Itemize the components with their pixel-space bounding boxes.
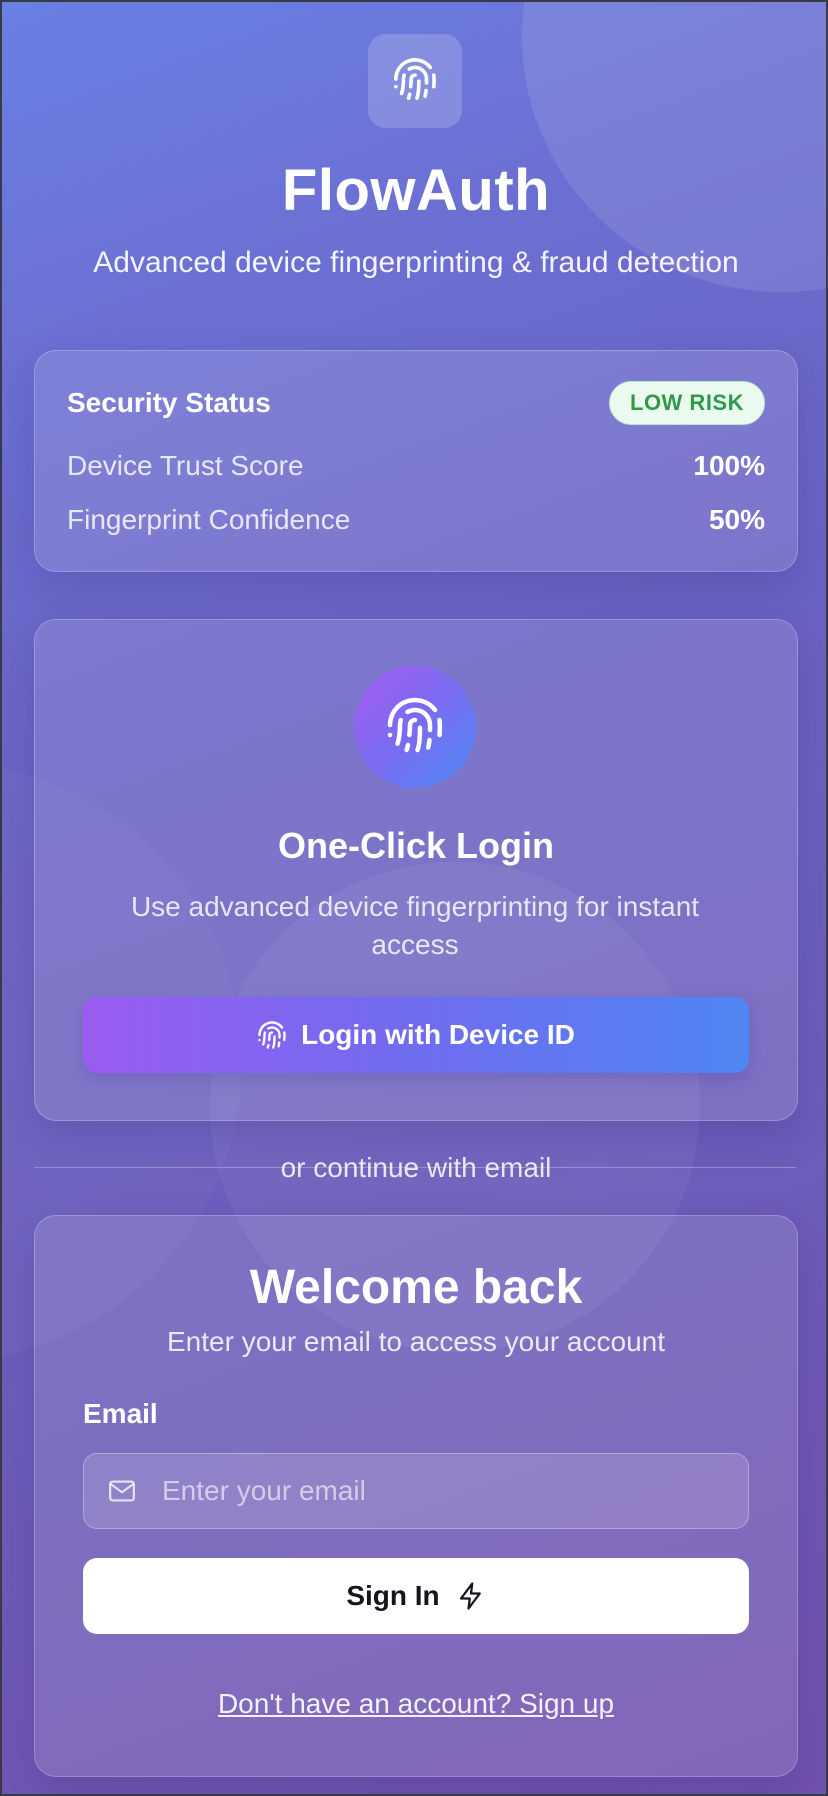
email-login-card: Welcome back Enter your email to access … <box>34 1215 798 1777</box>
welcome-subtitle: Enter your email to access your account <box>166 1326 665 1357</box>
one-click-login-card: One-Click Login Use advanced device fing… <box>34 619 798 1121</box>
sign-in-label: Sign In <box>346 1580 440 1611</box>
sign-up-link[interactable]: Don't have an account? Sign up <box>35 1686 797 1722</box>
app-logo <box>368 34 462 128</box>
login-with-device-id-label: Login with Device ID <box>301 1019 575 1050</box>
fingerprint-icon <box>392 56 438 107</box>
app-screen: FlowAuth Advanced device fingerprinting … <box>0 0 828 1796</box>
metric-row-fingerprint-confidence: Fingerprint Confidence 50% <box>67 504 765 536</box>
metric-label: Fingerprint Confidence <box>67 504 351 535</box>
one-click-description: Use advanced device fingerprinting for i… <box>130 891 700 960</box>
login-with-device-id-button[interactable]: Login with Device ID <box>83 997 749 1073</box>
mail-icon <box>106 1475 138 1507</box>
divider-text: or continue with email <box>280 1152 552 1183</box>
fingerprint-badge <box>354 666 476 788</box>
one-click-title: One-Click Login <box>277 825 554 866</box>
app-subtitle: Advanced device fingerprinting & fraud d… <box>93 246 739 279</box>
risk-badge: LOW RISK <box>609 381 765 425</box>
security-status-header: Security Status LOW RISK <box>67 381 765 425</box>
email-input[interactable] <box>160 1460 748 1522</box>
welcome-title: Welcome back <box>249 1261 583 1314</box>
sign-in-button[interactable]: Sign In <box>83 1558 749 1634</box>
fingerprint-icon <box>385 695 445 760</box>
metric-value: 50% <box>708 504 765 535</box>
app-title: FlowAuth <box>281 158 551 223</box>
email-field[interactable] <box>83 1453 749 1529</box>
metric-row-trust-score: Device Trust Score 100% <box>67 450 765 482</box>
fingerprint-icon <box>257 1020 287 1050</box>
lightning-icon <box>456 1581 486 1611</box>
email-label: Email <box>83 1398 158 1429</box>
metric-label: Device Trust Score <box>67 450 304 481</box>
metric-value: 100% <box>693 450 765 481</box>
security-status-card: Security Status LOW RISK Device Trust Sc… <box>34 350 798 572</box>
security-status-title: Security Status <box>67 387 271 418</box>
